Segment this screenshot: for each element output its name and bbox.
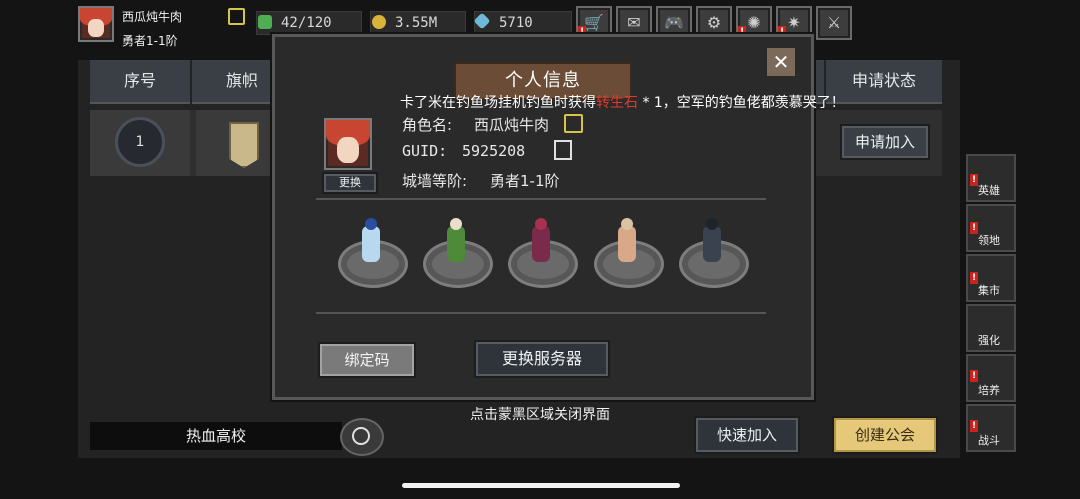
copy-icon[interactable] [554, 140, 572, 160]
divider [316, 198, 766, 200]
alert-badge: ! [970, 222, 978, 234]
profile-avatar [324, 118, 372, 170]
shop-cart-icon: 🛒 [584, 13, 604, 32]
apply-join-button[interactable]: 申请加入 [840, 124, 930, 160]
guild-search-input[interactable]: 热血高校 [90, 422, 342, 450]
marquee-item: 转生石 [596, 95, 638, 111]
firework-icon: ✷ [787, 13, 801, 32]
close-icon: ✕ [772, 50, 790, 74]
divider [316, 312, 766, 314]
energy-icon [258, 15, 272, 29]
sidebar-label-market: 集市 [978, 284, 1000, 297]
hero-head [706, 218, 718, 230]
row-index-badge: 1 [115, 117, 165, 167]
guild-banner-icon [229, 122, 259, 168]
crossed-swords-icon: ⚔ [826, 13, 842, 32]
alert-badge: ! [970, 174, 978, 186]
gem-value: 5710 [499, 15, 533, 31]
gamepad-icon: 🎮 [664, 13, 684, 32]
hero-head [535, 218, 547, 230]
energy-value: 42/120 [281, 15, 332, 31]
hero-figure [532, 226, 550, 262]
hero-figure [362, 226, 380, 262]
header-index: 序号 [90, 60, 190, 104]
alert-badge: ! [970, 370, 978, 382]
gear-icon: ⚙ [706, 13, 722, 32]
marquee-pre: 卡了米在钓鱼场挂机钓鱼时获得 [400, 95, 596, 111]
hero-figure [703, 226, 721, 262]
bind-code-button[interactable]: 绑定码 [318, 342, 416, 378]
player-rank: 勇者1-1阶 [122, 34, 178, 48]
mail-icon: ✉ [627, 13, 641, 32]
close-button[interactable]: ✕ [765, 46, 797, 78]
edit-name-icon[interactable] [228, 8, 245, 25]
sidebar-label-enhance: 强化 [978, 334, 1000, 347]
player-avatar[interactable] [78, 6, 114, 42]
alert-badge: ! [970, 420, 978, 432]
role-name-value: 西瓜炖牛肉 [474, 116, 550, 134]
sidebar-label-train: 培养 [978, 384, 1000, 397]
hero-head [450, 218, 462, 230]
hero-head [621, 218, 633, 230]
gold-value: 3.55M [395, 15, 438, 31]
close-hint-text: 点击蒙黑区域关闭界面 [470, 407, 610, 423]
wall-level-label: 城墙等阶: [402, 172, 468, 190]
player-name: 西瓜炖牛肉 [122, 10, 183, 24]
search-button[interactable] [340, 418, 384, 456]
wall-level-value: 勇者1-1阶 [490, 172, 560, 190]
guid-label: GUID: [402, 142, 448, 160]
sidebar-label-territory: 领地 [978, 234, 1000, 247]
create-guild-button[interactable]: 创建公会 [832, 416, 938, 454]
search-icon [352, 427, 370, 445]
marquee-post: * 1，空军的钓鱼佬都羡慕哭了！ [638, 95, 845, 111]
pinwheel-icon: ✺ [747, 13, 761, 32]
gold-coin-icon [372, 15, 386, 29]
announcement-marquee: 卡了米在钓鱼场挂机钓鱼时获得转生石 * 1，空军的钓鱼佬都羡慕哭了！ [400, 92, 845, 112]
hero-figure [447, 226, 465, 262]
hero-figure [618, 226, 636, 262]
alert-badge: ! [970, 272, 978, 284]
edit-role-icon[interactable] [564, 114, 583, 133]
role-name-label: 角色名: [402, 116, 453, 134]
change-avatar-button[interactable]: 更换 [322, 172, 378, 194]
change-server-button[interactable]: 更换服务器 [474, 340, 610, 378]
gem-counter: 5710 [474, 11, 572, 35]
sidebar-label-battle: 战斗 [978, 434, 1000, 447]
hero-head [365, 218, 377, 230]
guid-value: 5925208 [462, 142, 526, 160]
home-indicator[interactable] [402, 483, 680, 488]
quick-join-button[interactable]: 快速加入 [694, 416, 800, 454]
battle-button[interactable]: ⚔ [816, 6, 852, 40]
